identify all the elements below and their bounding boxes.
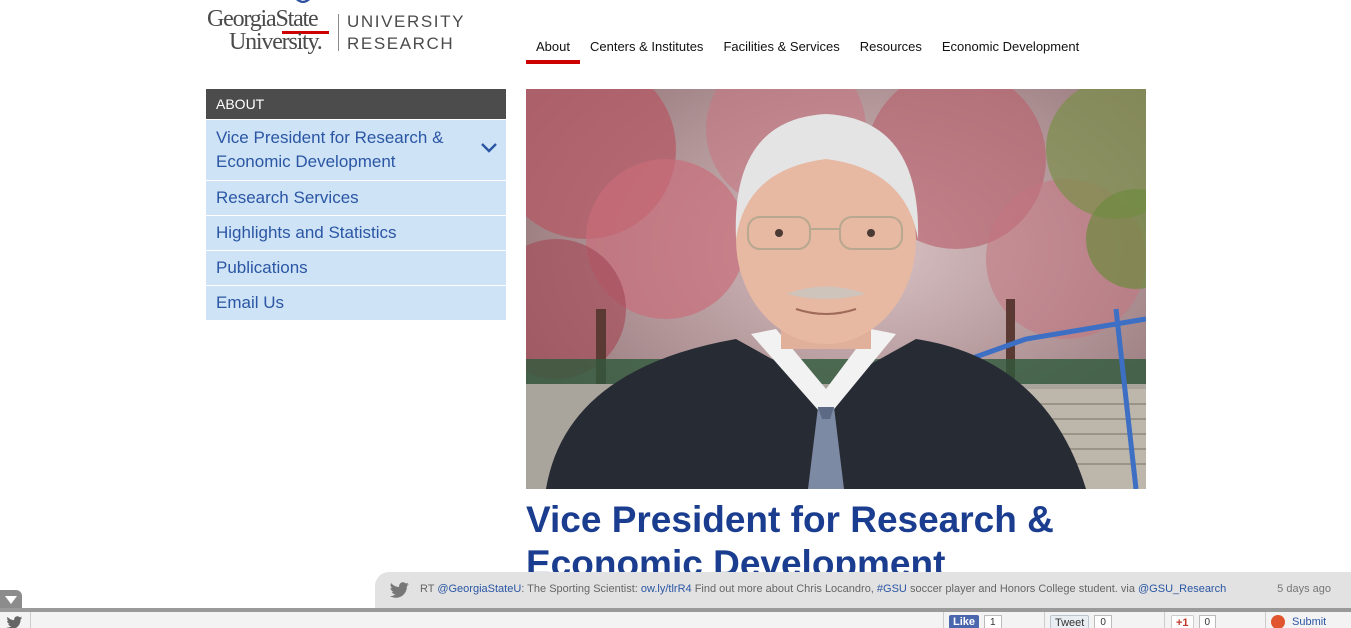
- main-navigation: About Centers & Institutes Facilities & …: [526, 38, 1089, 68]
- nav-economic-development[interactable]: Economic Development: [932, 38, 1089, 60]
- google-plus-count: 0: [1198, 615, 1217, 628]
- chevron-down-icon[interactable]: [480, 141, 498, 153]
- facebook-like-widget: Like 1: [949, 615, 1002, 628]
- tweet-widget: Tweet 0: [1050, 615, 1112, 628]
- sidebar-item-label: Highlights and Statistics: [216, 223, 397, 242]
- tweet-handle-link[interactable]: @GeorgiaStateU: [437, 583, 521, 595]
- sidebar-item-label: Publications: [216, 258, 308, 277]
- hero-portrait-photo: [526, 89, 1146, 489]
- twitter-bird-icon[interactable]: [5, 616, 24, 628]
- nav-facilities-services[interactable]: Facilities & Services: [713, 38, 849, 60]
- stumbleupon-widget: Submit: [1271, 615, 1330, 628]
- tweet-url-link[interactable]: ow.ly/tlrR4: [641, 583, 692, 595]
- stumbleupon-icon: [1271, 615, 1285, 628]
- twitter-bird-icon[interactable]: [389, 582, 410, 599]
- tweet-prefix: RT: [420, 583, 438, 595]
- sidebar-item-email-us[interactable]: Email Us: [206, 285, 506, 320]
- nav-resources[interactable]: Resources: [850, 38, 932, 60]
- logo-text-university: University.: [229, 29, 323, 55]
- sidebar-item-label: Email Us: [216, 293, 285, 312]
- toolbar-divider: [1164, 612, 1165, 628]
- tweet-hashtag-link[interactable]: #GSU: [877, 583, 907, 595]
- sidebar-item-vice-president[interactable]: Vice President for Research & Economic D…: [206, 119, 506, 180]
- share-toolbar: Like 1 Tweet 0 +1 0 Submit: [0, 608, 1351, 628]
- nav-centers-institutes[interactable]: Centers & Institutes: [580, 38, 713, 60]
- sidebar-heading: ABOUT: [206, 89, 506, 119]
- google-plus-widget: +1 0: [1171, 615, 1217, 628]
- toolbar-toggle-button[interactable]: [0, 590, 22, 608]
- logo-unit-line2: RESEARCH: [347, 34, 455, 53]
- sidebar-item-label: Vice President for Research & Economic D…: [216, 128, 444, 171]
- tweet-text-3: soccer player and Honors College student…: [906, 583, 1139, 595]
- tweet-text-1: : The Sporting Scientist:: [521, 583, 641, 595]
- sidebar-item-publications[interactable]: Publications: [206, 250, 506, 285]
- stumbleupon-submit-button[interactable]: Submit: [1288, 615, 1330, 628]
- portrait-illustration: [526, 89, 1146, 489]
- tweet-count: 0: [1094, 615, 1112, 628]
- sidebar: ABOUT Vice President for Research & Econ…: [206, 89, 506, 320]
- logo-unit-line1: UNIVERSITY: [347, 12, 466, 31]
- tweet-via-link[interactable]: @GSU_Research: [1138, 583, 1226, 595]
- sidebar-item-research-services[interactable]: Research Services: [206, 180, 506, 215]
- google-plus-button[interactable]: +1: [1171, 615, 1194, 628]
- toolbar-divider: [1265, 612, 1266, 628]
- tweet-timestamp[interactable]: 5 days ago: [1277, 583, 1331, 595]
- tweet-text-2: Find out more about Chris Locandro,: [691, 583, 877, 595]
- triangle-down-icon: [5, 596, 17, 604]
- toolbar-divider: [30, 612, 31, 628]
- logo-divider: [338, 14, 339, 51]
- twitter-ticker: RT @GeorgiaStateU: The Sporting Scientis…: [375, 572, 1351, 609]
- gsu-logo[interactable]: GeorgiaState University. UNIVERSITY RESE…: [206, 0, 476, 64]
- sidebar-item-label: Research Services: [216, 188, 359, 207]
- facebook-like-button[interactable]: Like: [949, 615, 980, 628]
- sidebar-item-highlights-statistics[interactable]: Highlights and Statistics: [206, 215, 506, 250]
- nav-about[interactable]: About: [526, 38, 580, 64]
- toolbar-divider: [943, 612, 944, 628]
- toolbar-divider: [1044, 612, 1045, 628]
- tweet-text: RT @GeorgiaStateU: The Sporting Scientis…: [420, 583, 1226, 595]
- tweet-button[interactable]: Tweet: [1050, 615, 1090, 628]
- facebook-like-count: 1: [984, 615, 1002, 628]
